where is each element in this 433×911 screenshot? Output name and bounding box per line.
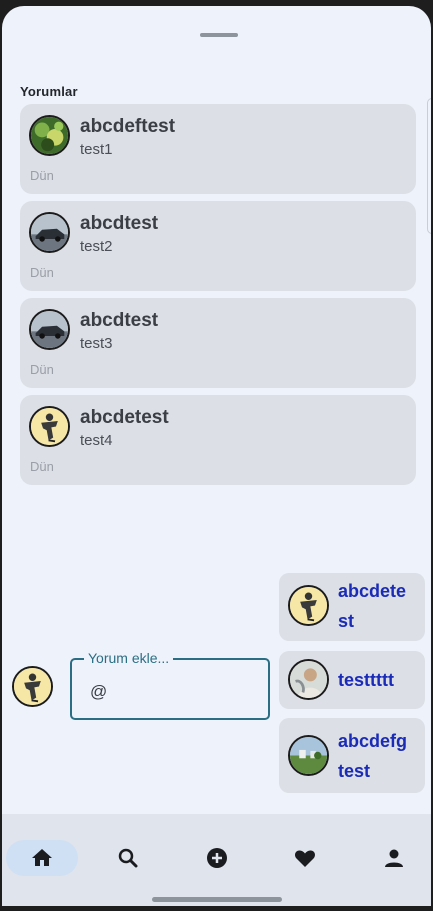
comment-input-label: Yorum ekle...: [84, 650, 174, 666]
comment-text: test3: [80, 335, 113, 352]
landscape-avatar: [288, 735, 329, 776]
comments-sheet: Yorumlar abcdeftest test1 Dün abcdtest t…: [2, 6, 431, 906]
car-avatar[interactable]: [29, 309, 70, 350]
comment-input-value[interactable]: @: [90, 682, 107, 702]
comment-username[interactable]: abcdtest: [80, 310, 158, 332]
profile-icon: [385, 849, 403, 867]
plant-avatar[interactable]: [29, 115, 70, 156]
comment-card[interactable]: abcdeftest test1 Dün: [20, 104, 416, 194]
nav-profile[interactable]: [358, 840, 430, 876]
home-icon: [32, 849, 52, 866]
mention-suggestion[interactable]: abcdefg test: [279, 718, 425, 793]
nav-home[interactable]: [6, 840, 78, 876]
current-user-avatar: [12, 666, 53, 707]
comment-input[interactable]: Yorum ekle... @: [70, 650, 270, 720]
person-avatar: [288, 659, 329, 700]
comment-username[interactable]: abcdtest: [80, 213, 158, 235]
comment-time: Dün: [30, 362, 54, 377]
comment-card[interactable]: abcdtest test2 Dün: [20, 201, 416, 291]
comment-username[interactable]: abcdeftest: [80, 116, 175, 138]
comment-card[interactable]: abcdtest test3 Dün: [20, 298, 416, 388]
comment-card[interactable]: abcdetest test4 Dün: [20, 395, 416, 485]
mention-name: testtttt: [338, 670, 394, 690]
mention-suggestion[interactable]: abcdete st: [279, 573, 425, 641]
search-icon: [118, 848, 138, 868]
nav-add[interactable]: [181, 840, 253, 876]
mention-suggestion[interactable]: testtttt: [279, 651, 425, 709]
comment-text: test4: [80, 432, 113, 449]
car-avatar[interactable]: [29, 212, 70, 253]
mention-name-continued: st: [338, 611, 355, 631]
add-circle-icon: [207, 848, 227, 868]
dancer-avatar[interactable]: [29, 406, 70, 447]
comment-time: Dün: [30, 168, 54, 183]
nav-search[interactable]: [92, 840, 164, 876]
mention-name-continued: test: [338, 761, 371, 781]
comment-time: Dün: [30, 265, 54, 280]
section-title: Yorumlar: [20, 84, 78, 99]
comment-text: test2: [80, 238, 113, 255]
comment-username[interactable]: abcdetest: [80, 407, 169, 429]
nav-favorites[interactable]: [269, 840, 341, 876]
heart-icon: [295, 850, 315, 867]
bottom-navigation: [2, 814, 431, 906]
mention-name: abcdete: [338, 581, 407, 601]
dancer-avatar: [288, 585, 329, 626]
mention-name: abcdefg: [338, 731, 408, 751]
comment-text: test1: [80, 141, 113, 158]
comment-time: Dün: [30, 459, 54, 474]
gesture-bar[interactable]: [152, 897, 282, 902]
drag-handle[interactable]: [200, 33, 238, 37]
scrollbar[interactable]: [427, 98, 431, 234]
